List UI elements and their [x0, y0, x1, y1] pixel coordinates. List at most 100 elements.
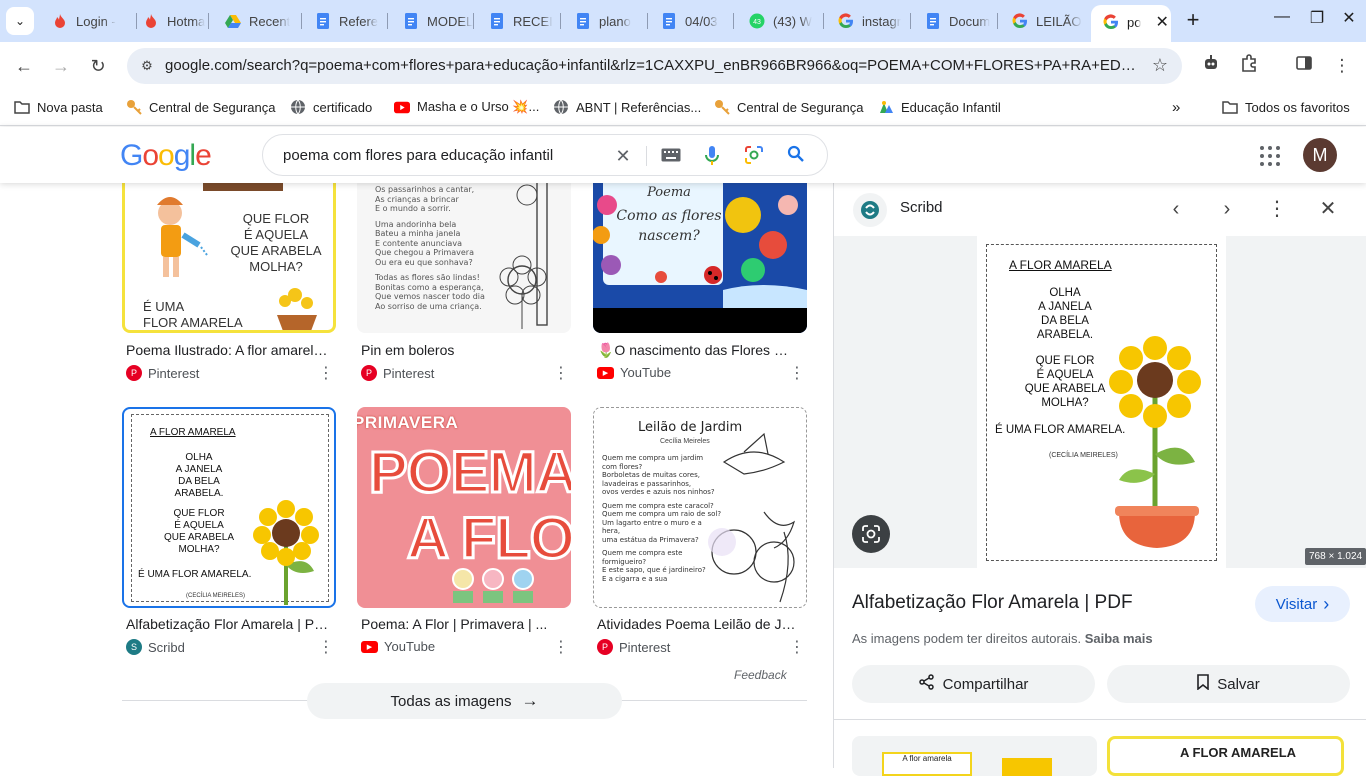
more-bookmarks-chevron-icon[interactable]: »: [1172, 97, 1180, 117]
extension-robot-icon[interactable]: [1199, 54, 1223, 78]
more-options-icon[interactable]: ⋮: [553, 637, 569, 657]
result-thumbnail[interactable]: Leilão de Jardim Cecília Meireles Quem m…: [593, 407, 807, 608]
url-text[interactable]: google.com/search?q=poema+com+flores+par…: [165, 57, 1140, 74]
result-title[interactable]: Pin em boleros: [361, 342, 567, 358]
tab[interactable]: Docum: [913, 8, 999, 34]
reload-button[interactable]: ↻: [84, 52, 112, 80]
search-icon[interactable]: [785, 145, 807, 167]
bookmark-item[interactable]: Educação Infantil: [878, 97, 1001, 117]
close-window-button[interactable]: ✕: [1338, 8, 1360, 30]
panel-title[interactable]: Alfabetização Flor Amarela | PDF: [852, 592, 1133, 614]
related-image[interactable]: A FLOR AMARELA: [1107, 736, 1344, 776]
clear-icon[interactable]: ✕: [612, 145, 634, 167]
tab[interactable]: 43 (43) W: [737, 8, 825, 34]
restore-button[interactable]: ❐: [1306, 8, 1328, 30]
new-tab-button[interactable]: +: [1181, 9, 1205, 33]
result-source[interactable]: S Scribd: [126, 639, 185, 655]
back-button[interactable]: ←: [10, 52, 38, 80]
share-button[interactable]: Compartilhar: [852, 665, 1095, 703]
google-lens-icon[interactable]: [743, 145, 765, 167]
scribd-favicon[interactable]: [853, 193, 887, 227]
google-lens-icon[interactable]: [852, 515, 890, 553]
bookmark-item[interactable]: certificado: [290, 97, 372, 117]
result-source[interactable]: P Pinterest: [126, 365, 199, 381]
next-image-icon[interactable]: ›: [1215, 197, 1239, 221]
tab[interactable]: MODEL: [391, 8, 475, 34]
bookmark-item[interactable]: Masha e o Urso 💥...: [394, 97, 539, 117]
tab[interactable]: 04/03: [649, 8, 735, 34]
result-thumbnail[interactable]: Os passarinhos a cantar, As crianças a b…: [357, 183, 571, 333]
tab-strip: ⌄ Login - Hotma Recent Refere MODEL RECEI plan…: [0, 0, 1366, 42]
result-thumbnail[interactable]: Poema Como as flores nascem?: [593, 183, 807, 333]
microphone-icon[interactable]: [701, 145, 723, 167]
forward-button[interactable]: →: [47, 52, 75, 80]
thumb-text: Ou era eu que sonhava?: [375, 257, 473, 267]
tab[interactable]: Login -: [40, 8, 138, 34]
tab-separator: [733, 13, 734, 29]
more-options-icon[interactable]: ⋮: [318, 363, 334, 383]
result-title[interactable]: 🌷O nascimento das Flores 🌷...: [597, 342, 803, 359]
tab[interactable]: plano: [563, 8, 649, 34]
google-header: Google poema com flores para educação in…: [0, 127, 1366, 183]
more-options-icon[interactable]: ⋮: [789, 637, 805, 657]
address-bar[interactable]: ⚙ google.com/search?q=poema+com+flores+p…: [127, 48, 1182, 84]
preview-image[interactable]: A FLOR AMARELA OLHA A JANELA DA BELA ARA…: [977, 236, 1226, 568]
result-title[interactable]: Poema: A Flor | Primavera | ...: [361, 616, 567, 632]
result-title[interactable]: Atividades Poema Leilão de Jardim: [597, 616, 803, 632]
learn-more-link[interactable]: Saiba mais: [1085, 631, 1153, 646]
all-images-button[interactable]: Todas as imagens →: [307, 683, 622, 719]
bookmark-item[interactable]: Central de Segurança: [714, 97, 863, 117]
all-bookmarks-folder[interactable]: Todos os favoritos: [1222, 97, 1350, 117]
previous-image-icon[interactable]: ‹: [1164, 197, 1188, 221]
tab-search-button[interactable]: ⌄: [6, 7, 34, 35]
google-logo[interactable]: Google: [120, 139, 212, 173]
more-options-icon[interactable]: ⋮: [318, 637, 334, 657]
result-source[interactable]: P Pinterest: [361, 365, 434, 381]
tab[interactable]: RECEI: [477, 8, 562, 34]
avatar[interactable]: M: [1303, 138, 1337, 172]
result-title[interactable]: Alfabetização Flor Amarela | PDF: [126, 616, 332, 632]
logo-letter: e: [195, 139, 212, 172]
docs-icon: [315, 13, 331, 29]
tab[interactable]: Refere: [303, 8, 389, 34]
tab[interactable]: instagr: [826, 8, 912, 34]
site-info-icon[interactable]: ⚙: [137, 56, 157, 76]
result-source[interactable]: ▶ YouTube: [597, 365, 671, 380]
more-options-icon[interactable]: ⋮: [1265, 197, 1289, 221]
result-source[interactable]: ▶ YouTube: [361, 639, 435, 654]
search-box[interactable]: poema com flores para educação infantil …: [262, 134, 828, 176]
keyboard-icon[interactable]: [660, 145, 682, 167]
bookmark-item[interactable]: Nova pasta: [14, 97, 103, 117]
result-thumbnail[interactable]: PRIMAVERA POEMA A FLOR: [357, 407, 571, 608]
result-thumbnail[interactable]: A FLOR AMARELA OLHA A JANELA DA BELA ARA…: [122, 407, 336, 608]
thumb-text: É UMA: [143, 299, 185, 314]
save-button[interactable]: Salvar: [1107, 665, 1350, 703]
bookmark-star-icon[interactable]: ☆: [1152, 55, 1168, 76]
result-source[interactable]: P Pinterest: [597, 639, 670, 655]
side-panel-icon[interactable]: [1292, 54, 1316, 78]
visit-button[interactable]: Visitar ›: [1255, 586, 1350, 622]
menu-kebab-icon[interactable]: ⋮: [1330, 54, 1354, 78]
bookmark-item[interactable]: ABNT | Referências...: [553, 97, 701, 117]
tab[interactable]: Recent: [213, 8, 303, 34]
tab-title: Login -: [76, 13, 116, 29]
feedback-link[interactable]: Feedback: [734, 668, 787, 682]
tab[interactable]: Hotma: [131, 8, 210, 34]
more-options-icon[interactable]: ⋮: [553, 363, 569, 383]
extensions-puzzle-icon[interactable]: [1237, 54, 1261, 78]
bookmark-item[interactable]: Central de Segurança: [126, 97, 275, 117]
minimize-button[interactable]: —: [1271, 8, 1293, 30]
panel-site-name[interactable]: Scribd: [900, 199, 943, 216]
tab[interactable]: LEILÃO: [1000, 8, 1088, 34]
tab-active[interactable]: po ✕: [1091, 5, 1171, 42]
close-tab-icon[interactable]: ✕: [1155, 12, 1168, 32]
related-image[interactable]: A flor amarela: [852, 736, 1097, 776]
thumb-text: OLHA: [185, 452, 213, 463]
result-title[interactable]: Poema Ilustrado: A flor amarela...: [126, 342, 332, 358]
more-options-icon[interactable]: ⋮: [789, 363, 805, 383]
result-thumbnail[interactable]: QUE FLOR É AQUELA QUE ARABELA MOLHA? É U…: [122, 183, 336, 333]
search-input[interactable]: poema com flores para educação infantil: [283, 147, 603, 164]
google-apps-icon[interactable]: [1259, 145, 1281, 167]
close-panel-icon[interactable]: ✕: [1316, 197, 1340, 221]
google-icon: [838, 13, 854, 29]
